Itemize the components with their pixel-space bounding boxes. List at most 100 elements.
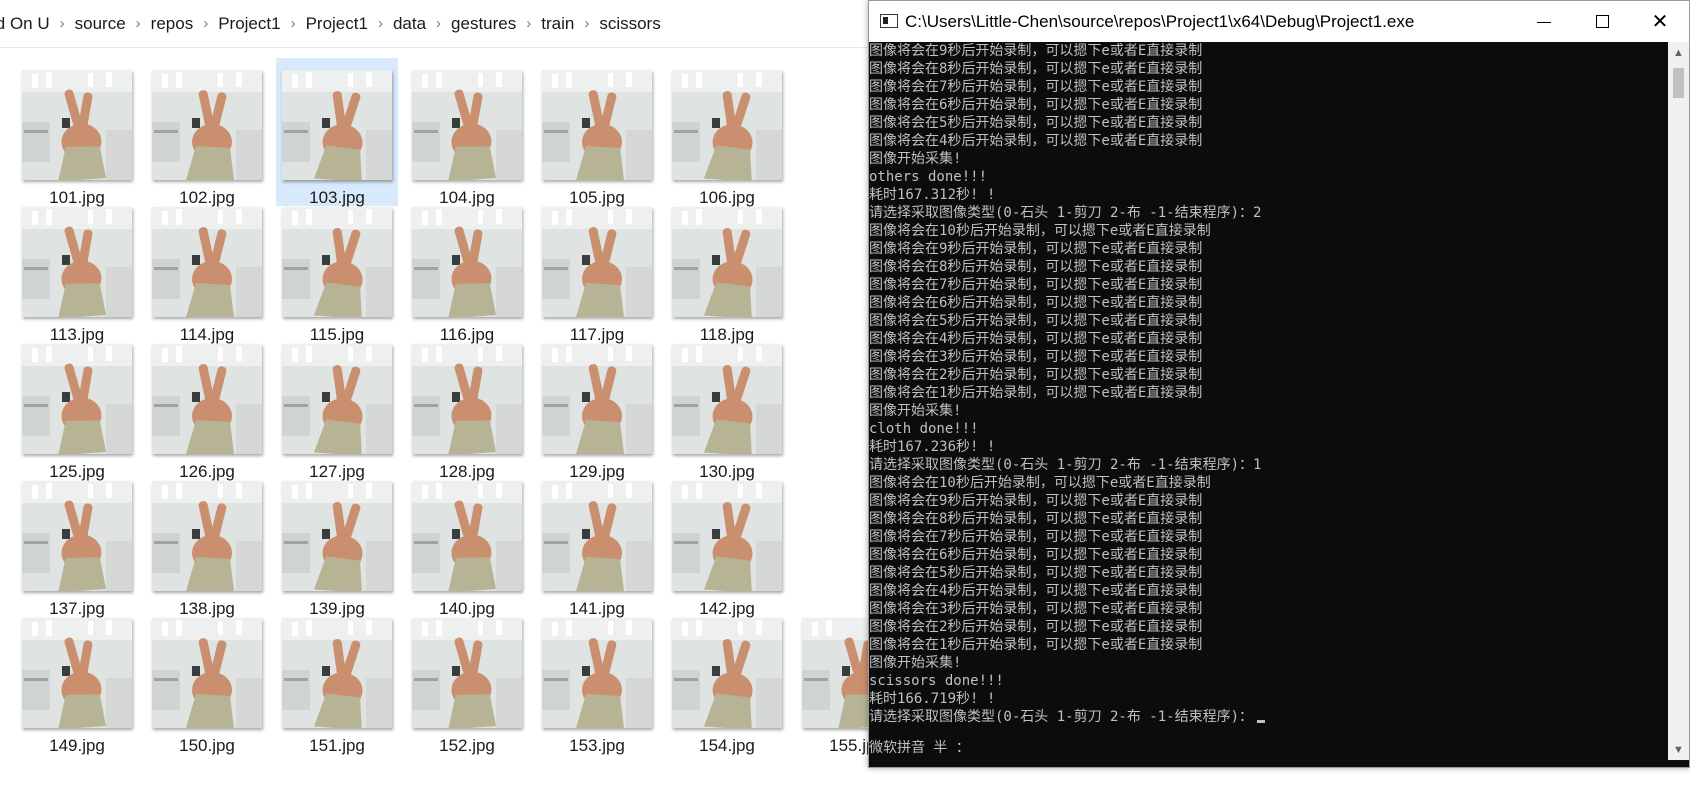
file-item[interactable]: 125.jpg	[0, 332, 132, 481]
console-titlebar[interactable]: C:\Users\Little-Chen\source\repos\Projec…	[869, 1, 1689, 42]
console-line: 耗时167.312秒! !	[869, 187, 996, 203]
file-item[interactable]: 138.jpg	[130, 469, 262, 618]
console-line: 图像将会在5秒后开始录制，可以摁下e或者E直接录制	[869, 313, 1203, 329]
console-app-icon[interactable]	[880, 14, 898, 28]
console-line: 图像将会在9秒后开始录制，可以摁下e或者E直接录制	[869, 241, 1203, 257]
console-scrollbar[interactable]: ▲ ▼	[1668, 42, 1689, 760]
chevron-right-icon[interactable]: ›	[56, 15, 69, 32]
file-item[interactable]: 106.jpg	[650, 58, 782, 207]
breadcrumb-item[interactable]: repos	[145, 14, 200, 34]
breadcrumb-item[interactable]: ld On U	[0, 14, 56, 34]
file-item[interactable]: 117.jpg	[520, 195, 652, 344]
file-item[interactable]: 142.jpg	[650, 469, 782, 618]
image-thumbnail	[22, 481, 132, 591]
console-line: cloth done!!!	[869, 421, 979, 437]
minimize-button[interactable]	[1515, 1, 1573, 42]
scroll-up-arrow-icon[interactable]: ▲	[1668, 42, 1689, 63]
console-window: C:\Users\Little-Chen\source\repos\Projec…	[868, 0, 1690, 768]
chevron-right-icon[interactable]: ›	[522, 15, 535, 32]
file-item[interactable]: 104.jpg	[390, 58, 522, 207]
chevron-right-icon[interactable]: ›	[432, 15, 445, 32]
image-thumbnail	[22, 207, 132, 317]
file-item[interactable]: 154.jpg	[650, 606, 782, 755]
breadcrumb-item[interactable]: train	[535, 14, 580, 34]
image-thumbnail	[152, 618, 262, 728]
console-output[interactable]: 图像将会在9秒后开始录制，可以摁下e或者E直接录制 图像将会在8秒后开始录制，可以…	[869, 42, 1668, 760]
console-line: 图像将会在4秒后开始录制，可以摁下e或者E直接录制	[869, 133, 1203, 149]
console-line: 图像将会在9秒后开始录制，可以摁下e或者E直接录制	[869, 43, 1203, 59]
chevron-right-icon[interactable]: ›	[287, 15, 300, 32]
file-item[interactable]: 113.jpg	[0, 195, 132, 344]
file-item[interactable]: 118.jpg	[650, 195, 782, 344]
image-thumbnail	[282, 207, 392, 317]
image-thumbnail	[152, 70, 262, 180]
file-item[interactable]: 130.jpg	[650, 332, 782, 481]
console-line: 图像将会在5秒后开始录制，可以摁下e或者E直接录制	[869, 115, 1203, 131]
image-thumbnail	[412, 70, 522, 180]
chevron-right-icon[interactable]: ›	[199, 15, 212, 32]
console-line: 图像将会在2秒后开始录制，可以摁下e或者E直接录制	[869, 367, 1203, 383]
file-item[interactable]: 149.jpg	[0, 606, 132, 755]
breadcrumb-item[interactable]: Project1	[212, 14, 286, 34]
console-line: 图像将会在3秒后开始录制，可以摁下e或者E直接录制	[869, 349, 1203, 365]
minimize-icon	[1537, 22, 1551, 23]
chevron-right-icon[interactable]: ›	[374, 15, 387, 32]
chevron-right-icon[interactable]: ›	[132, 15, 145, 32]
image-thumbnail	[672, 344, 782, 454]
breadcrumb-item[interactable]: Project1	[300, 14, 374, 34]
file-item[interactable]: 140.jpg	[390, 469, 522, 618]
file-item[interactable]: 141.jpg	[520, 469, 652, 618]
image-thumbnail	[22, 618, 132, 728]
file-item[interactable]: 137.jpg	[0, 469, 132, 618]
image-thumbnail	[152, 344, 262, 454]
file-item[interactable]: 116.jpg	[390, 195, 522, 344]
console-line: 图像将会在2秒后开始录制，可以摁下e或者E直接录制	[869, 619, 1203, 635]
console-line: 图像将会在7秒后开始录制，可以摁下e或者E直接录制	[869, 79, 1203, 95]
image-thumbnail	[152, 207, 262, 317]
breadcrumb-item[interactable]: scissors	[593, 14, 666, 34]
console-line: 图像将会在7秒后开始录制，可以摁下e或者E直接录制	[869, 529, 1203, 545]
file-item[interactable]: 151.jpg	[260, 606, 392, 755]
file-item[interactable]: 105.jpg	[520, 58, 652, 207]
file-item[interactable]: 150.jpg	[130, 606, 262, 755]
text-cursor	[1257, 720, 1266, 723]
breadcrumb-item[interactable]: gestures	[445, 14, 522, 34]
file-item[interactable]: 101.jpg	[0, 58, 132, 207]
image-thumbnail	[672, 481, 782, 591]
console-line: 图像将会在10秒后开始录制，可以摁下e或者E直接录制	[869, 475, 1211, 491]
image-thumbnail	[22, 344, 132, 454]
file-item[interactable]: 115.jpg	[260, 195, 392, 344]
console-line: 图像将会在4秒后开始录制，可以摁下e或者E直接录制	[869, 583, 1203, 599]
breadcrumb-item[interactable]: source	[69, 14, 132, 34]
file-item[interactable]: 153.jpg	[520, 606, 652, 755]
console-line: 图像将会在8秒后开始录制，可以摁下e或者E直接录制	[869, 511, 1203, 527]
chevron-right-icon[interactable]: ›	[580, 15, 593, 32]
console-title: C:\Users\Little-Chen\source\repos\Projec…	[905, 12, 1415, 31]
image-thumbnail	[412, 344, 522, 454]
scroll-thumb[interactable]	[1673, 68, 1684, 98]
console-line: 图像开始采集!	[869, 403, 962, 419]
console-line: 图像将会在4秒后开始录制，可以摁下e或者E直接录制	[869, 331, 1203, 347]
maximize-button[interactable]	[1573, 1, 1631, 42]
image-thumbnail	[542, 344, 652, 454]
file-item[interactable]: 114.jpg	[130, 195, 262, 344]
console-line: 图像开始采集!	[869, 655, 962, 671]
file-item[interactable]: 152.jpg	[390, 606, 522, 755]
file-item[interactable]: 102.jpg	[130, 58, 262, 207]
file-item[interactable]: 129.jpg	[520, 332, 652, 481]
scroll-down-arrow-icon[interactable]: ▼	[1668, 739, 1689, 760]
file-item[interactable]: 128.jpg	[390, 332, 522, 481]
breadcrumb: ld On U›source›repos›Project1›Project1›d…	[0, 14, 667, 34]
file-item[interactable]: 139.jpg	[260, 469, 392, 618]
console-line: others done!!!	[869, 169, 988, 185]
breadcrumb-item[interactable]: data	[387, 14, 432, 34]
ime-status: 微软拼音 半 ：	[869, 740, 970, 756]
console-line: 请选择采取图像类型(0-石头 1-剪刀 2-布 -1-结束程序)：1	[869, 457, 1262, 473]
image-thumbnail	[672, 207, 782, 317]
close-button[interactable]: ✕	[1631, 1, 1689, 42]
console-line: 请选择采取图像类型(0-石头 1-剪刀 2-布 -1-结束程序)：2	[869, 205, 1262, 221]
image-thumbnail	[672, 70, 782, 180]
file-item[interactable]: 126.jpg	[130, 332, 262, 481]
file-item[interactable]: 103.jpg	[276, 58, 398, 207]
file-item[interactable]: 127.jpg	[260, 332, 392, 481]
